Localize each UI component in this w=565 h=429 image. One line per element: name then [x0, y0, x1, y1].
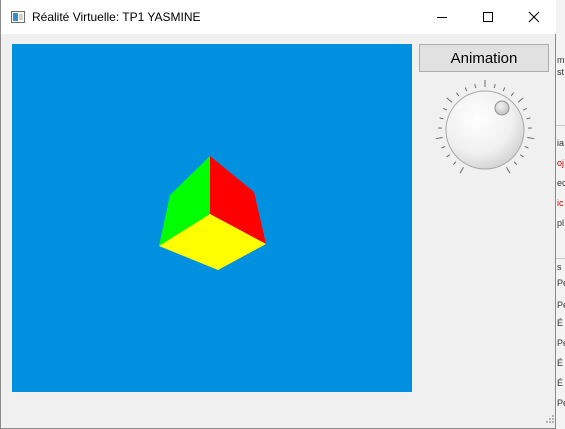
dial-tick — [435, 136, 443, 140]
dial-tick — [519, 154, 524, 158]
background-text: s — [557, 262, 562, 272]
dial-tick — [452, 161, 457, 165]
animation-button[interactable]: Animation — [419, 44, 549, 72]
background-text: Pe — [557, 338, 565, 348]
dial-tick — [446, 154, 451, 158]
dial-tick — [439, 117, 444, 120]
background-text: É — [557, 378, 564, 388]
background-application: m st ia oj ec ic pl s Pe Pe É Pe É É Pe — [556, 0, 565, 429]
dial-tick — [464, 87, 468, 92]
dial-tick — [459, 166, 464, 174]
dial-tick — [502, 87, 506, 92]
dial-tick — [474, 84, 477, 89]
background-text: Pe — [557, 300, 565, 310]
dial-tick — [443, 107, 448, 111]
close-button[interactable] — [511, 0, 557, 34]
background-text: st — [557, 67, 565, 77]
resize-grip-icon[interactable] — [545, 414, 555, 424]
background-text: ia — [557, 138, 565, 148]
background-text: Pe — [557, 398, 565, 408]
background-text: pl — [557, 218, 565, 228]
dial-tick — [527, 136, 535, 140]
minimize-icon — [437, 17, 447, 18]
window-title: Réalité Virtuelle: TP1 YASMINE — [32, 10, 201, 24]
background-text: m — [557, 55, 565, 65]
dial-tick — [510, 92, 515, 97]
dial-indicator — [494, 100, 510, 116]
app-icon — [11, 11, 25, 23]
close-icon — [528, 11, 540, 23]
background-text: É — [557, 358, 564, 368]
rotation-dial[interactable] — [433, 78, 537, 182]
dial-tick — [517, 97, 524, 103]
background-text: Pe — [557, 278, 565, 288]
background-text: É — [557, 318, 564, 328]
minimize-button[interactable] — [419, 0, 465, 34]
opengl-viewport[interactable] — [12, 44, 412, 392]
cube-scene — [159, 156, 266, 270]
title-bar[interactable]: Réalité Virtuelle: TP1 YASMINE — [1, 0, 556, 34]
maximize-icon — [483, 12, 493, 22]
dial-tick — [522, 107, 527, 111]
dial-tick — [446, 97, 453, 103]
background-text: ec — [557, 178, 565, 188]
maximize-button[interactable] — [465, 0, 511, 34]
dial-tick — [513, 161, 518, 165]
dial-tick — [493, 84, 496, 89]
background-divider — [556, 258, 565, 259]
dial-tick — [455, 92, 460, 97]
background-divider — [556, 125, 565, 126]
app-window: Réalité Virtuelle: TP1 YASMINE Animation — [0, 0, 556, 429]
dial-tick — [526, 117, 531, 120]
dial-tick — [506, 166, 511, 174]
dial-knob — [445, 90, 525, 170]
dial-tick — [441, 145, 446, 149]
background-text: ic — [557, 198, 564, 208]
dial-tick — [524, 145, 529, 149]
background-text: oj — [557, 158, 565, 168]
dial-graphic — [435, 80, 535, 174]
